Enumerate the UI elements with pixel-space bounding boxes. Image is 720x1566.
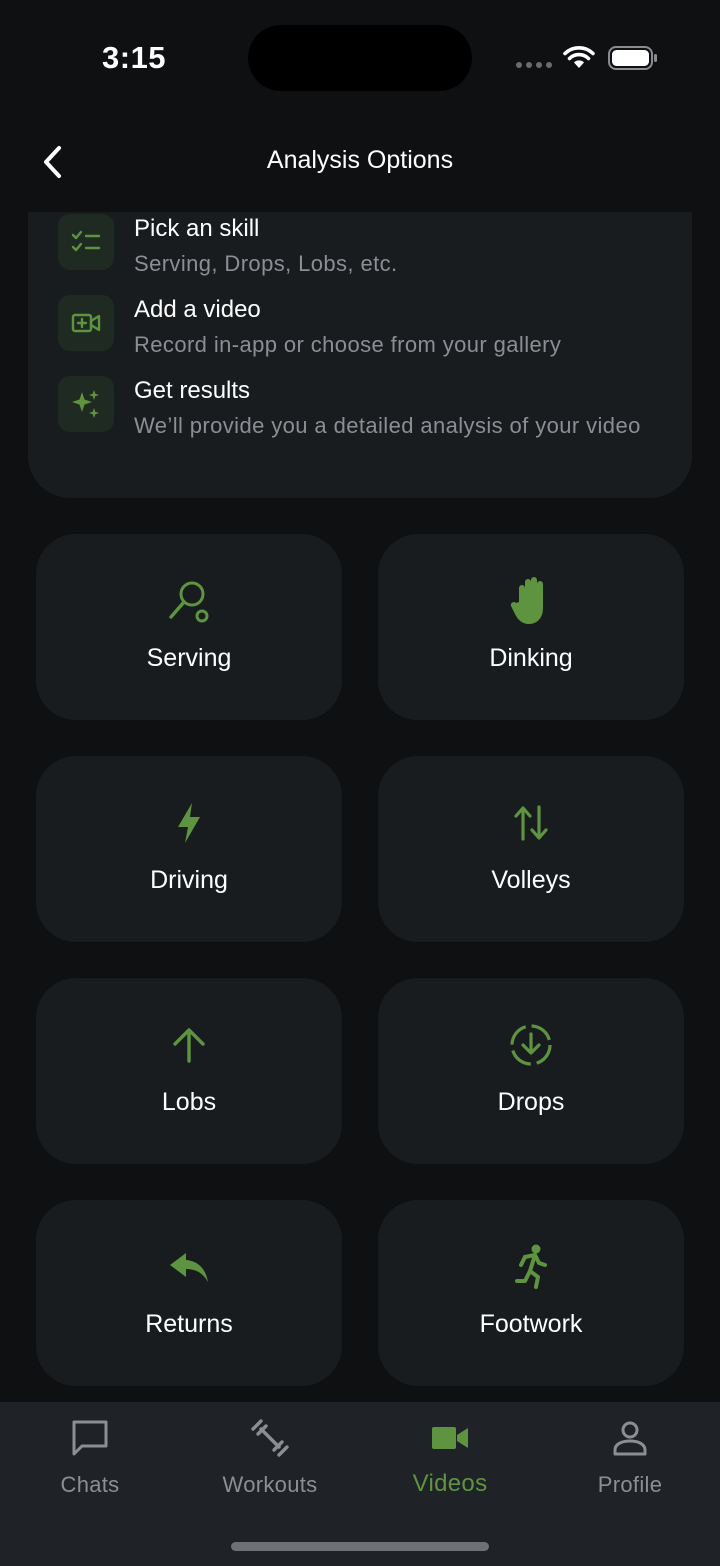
step-subtitle: Record in-app or choose from your galler…	[134, 332, 562, 357]
skill-card-serving[interactable]: Serving	[36, 534, 342, 720]
step-get-results: Get results We’ll provide you a detailed…	[58, 376, 652, 440]
tab-label: Profile	[597, 1472, 663, 1497]
skill-label: Dinking	[489, 644, 573, 672]
analysis-options-screen: 3:15 Analysis Options Pick an skill Serv…	[0, 0, 720, 1566]
person-icon	[608, 1416, 652, 1460]
tab-profile[interactable]: Profile	[540, 1416, 720, 1498]
tab-label: Videos	[412, 1470, 488, 1497]
skill-label: Serving	[146, 644, 232, 672]
runner-icon	[506, 1242, 556, 1292]
step-add-video: Add a video Record in-app or choose from…	[58, 295, 652, 359]
skill-card-lobs[interactable]: Lobs	[36, 978, 342, 1164]
step-title: Add a video	[134, 296, 261, 323]
sparkles-icon	[58, 376, 114, 432]
skill-label: Lobs	[161, 1088, 217, 1116]
tab-label: Chats	[60, 1472, 120, 1497]
how-it-works-card: Pick an skill Serving, Drops, Lobs, etc.…	[28, 212, 692, 498]
status-time: 3:15	[102, 40, 167, 75]
chat-icon	[68, 1416, 112, 1460]
skill-card-footwork[interactable]: Footwork	[378, 1200, 684, 1386]
skill-label: Volleys	[491, 866, 571, 894]
tab-workouts[interactable]: Workouts	[180, 1416, 360, 1498]
page-title: Analysis Options	[266, 146, 454, 174]
download-circle-icon	[506, 1020, 556, 1070]
skill-label: Returns	[145, 1310, 233, 1338]
skill-label: Driving	[150, 866, 228, 894]
skill-card-dinking[interactable]: Dinking	[378, 534, 684, 720]
skill-card-drops[interactable]: Drops	[378, 978, 684, 1164]
dynamic-island	[248, 25, 472, 91]
reply-icon	[164, 1242, 214, 1292]
home-indicator	[231, 1542, 489, 1551]
swap-vertical-icon	[506, 798, 556, 848]
racket-icon	[164, 576, 214, 626]
skill-card-returns[interactable]: Returns	[36, 1200, 342, 1386]
skill-label: Footwork	[479, 1310, 583, 1338]
video-camera-icon	[428, 1416, 472, 1460]
wifi-icon	[563, 46, 595, 68]
tab-videos[interactable]: Videos	[360, 1416, 540, 1498]
tab-chats[interactable]: Chats	[0, 1416, 180, 1498]
hand-icon	[506, 576, 556, 626]
step-subtitle: We’ll provide you a detailed analysis of…	[134, 413, 641, 438]
battery-icon	[608, 46, 657, 70]
cellular-signal-icon	[516, 62, 552, 68]
tab-label: Workouts	[222, 1472, 318, 1497]
bolt-icon	[164, 798, 214, 848]
step-title: Pick an skill	[134, 215, 260, 242]
dumbbell-icon	[248, 1416, 292, 1460]
step-pick-skill: Pick an skill Serving, Drops, Lobs, etc.	[58, 214, 652, 278]
skill-label: Drops	[497, 1088, 565, 1116]
arrow-up-icon	[164, 1020, 214, 1070]
checklist-icon	[58, 214, 114, 270]
skill-card-driving[interactable]: Driving	[36, 756, 342, 942]
step-title: Get results	[134, 377, 251, 404]
video-add-icon	[58, 295, 114, 351]
skill-card-volleys[interactable]: Volleys	[378, 756, 684, 942]
step-subtitle: Serving, Drops, Lobs, etc.	[134, 251, 398, 276]
